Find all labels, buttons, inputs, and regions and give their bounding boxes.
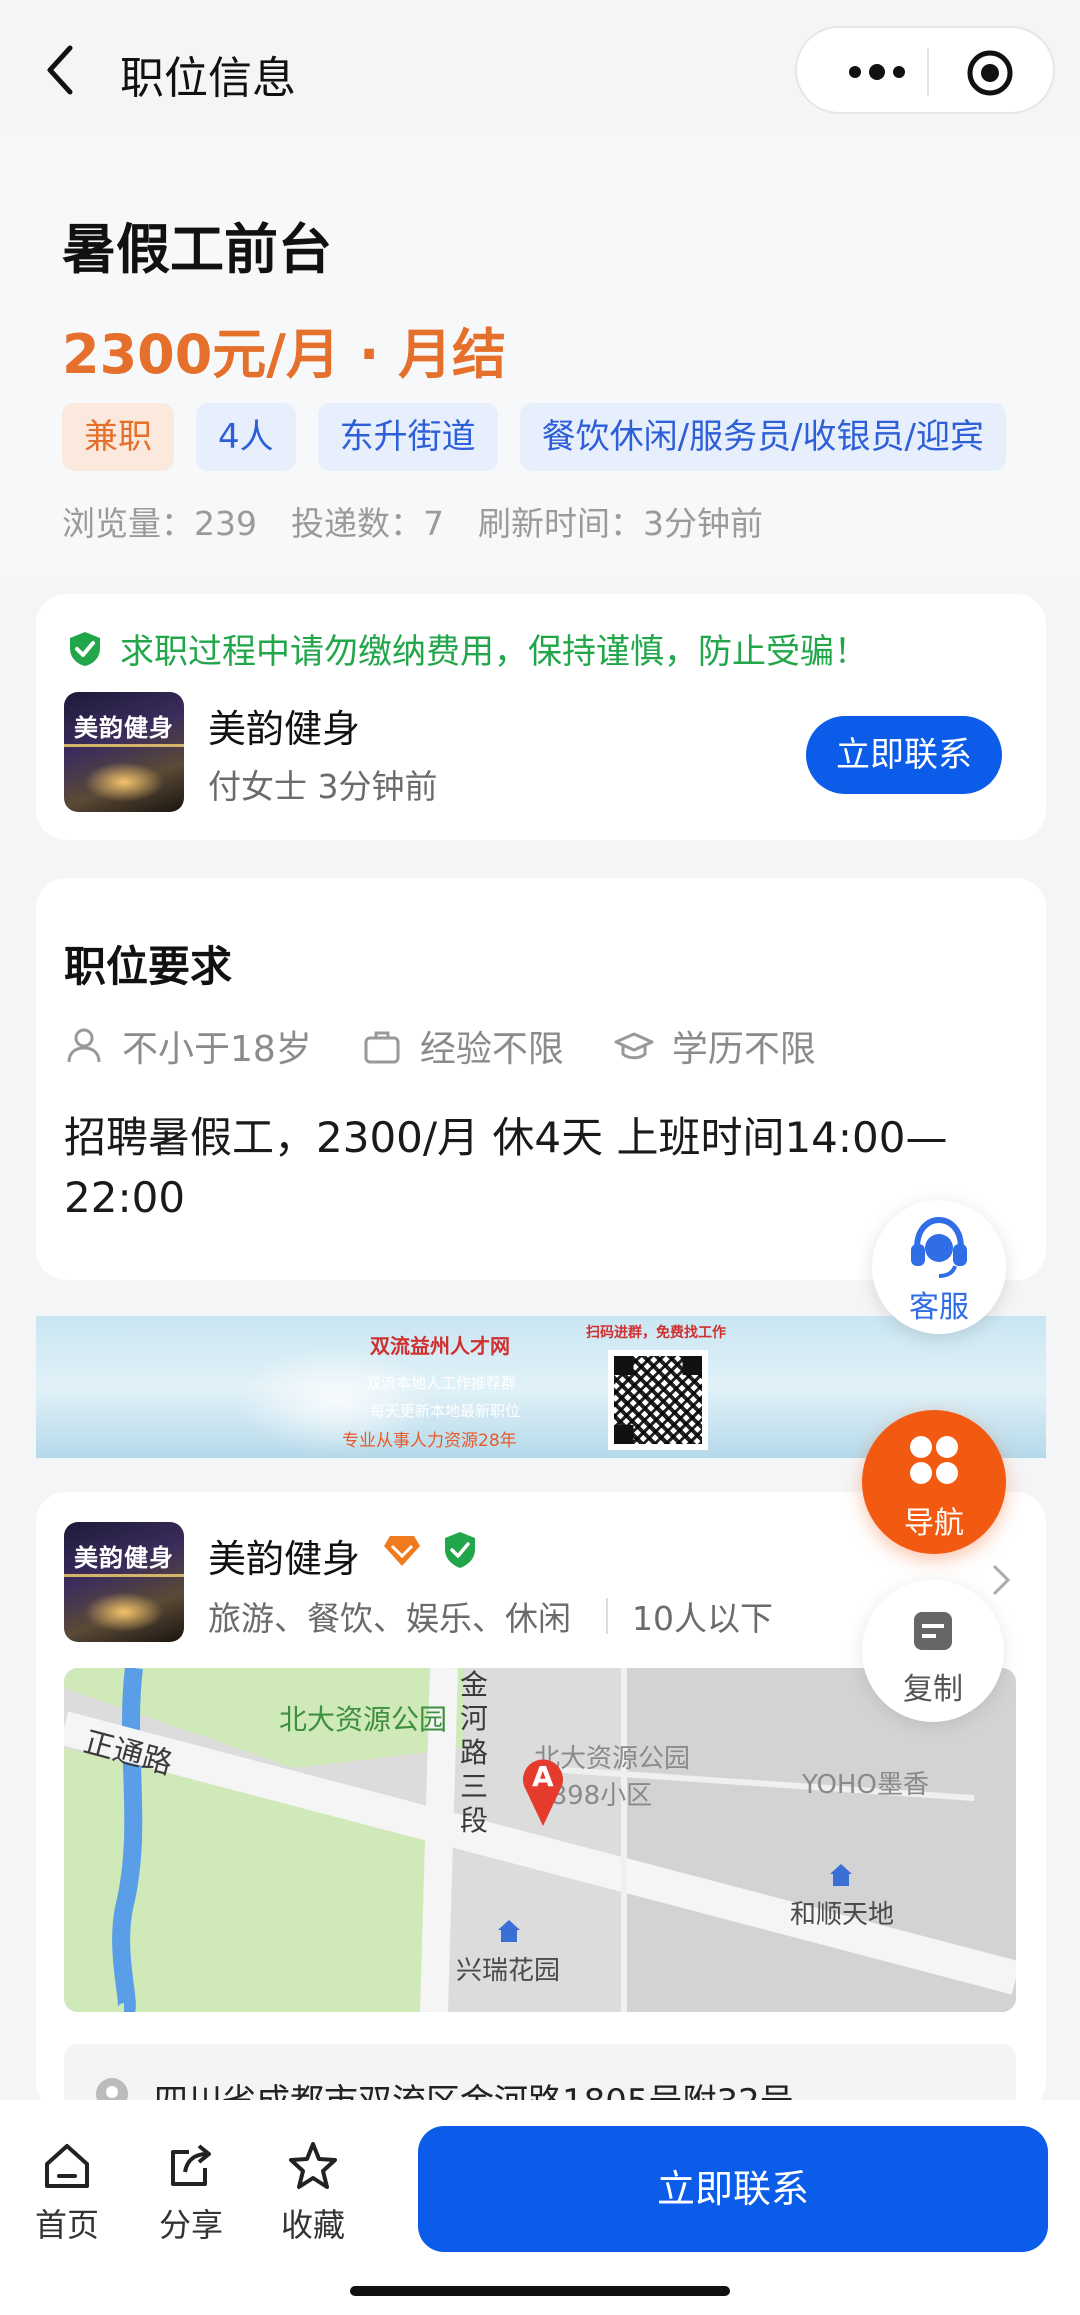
requirements-title: 职位要求 (64, 942, 233, 991)
req-experience: 经验不限 (362, 1020, 564, 1072)
job-description: 招聘暑假工，2300/月 休4天 上班时间14:00—22:00 (64, 1113, 948, 1222)
location-map[interactable]: 正通路 北大资源公园 金河路三段 北大资源公园 1898小区 YOHO墨香 和顺… (64, 1668, 1016, 2012)
company-size: 10人以下 (632, 1599, 773, 1638)
logo-glow (84, 762, 164, 802)
share-label: 分享 (158, 2206, 223, 2244)
share-icon (171, 2144, 211, 2186)
customer-service-button[interactable]: 客服 (872, 1200, 1006, 1334)
warning-text: 求职过程中请勿缴纳费用，保持谨慎，防止受骗！ (120, 632, 868, 672)
diamond-badge-icon (384, 1536, 420, 1566)
req-experience-text: 经验不限 (419, 1029, 564, 1070)
copy-label: 复制 (903, 1672, 963, 1707)
poi-house-icon (498, 1920, 520, 1942)
tag-headcount: 4人 (196, 403, 296, 471)
req-age: 不小于18岁 (64, 1020, 312, 1072)
job-title: 暑假工前台 (62, 218, 332, 281)
info-divider (606, 1598, 608, 1634)
more-icon[interactable] (837, 50, 917, 94)
copy-button[interactable]: 复制 (862, 1580, 1004, 1722)
nav-label: 导航 (904, 1506, 964, 1541)
headset-icon (911, 1216, 967, 1278)
navigation-button[interactable]: 导航 (862, 1410, 1006, 1554)
company-name: 美韵健身 (208, 707, 361, 751)
verified-shield-icon (445, 1532, 475, 1568)
company-industry: 旅游、餐饮、娱乐、休闲 (208, 1599, 571, 1638)
logo-text: 美韵健身 (74, 714, 174, 742)
req-age-text: 不小于18岁 (122, 1029, 312, 1070)
logo-text-2: 美韵健身 (74, 1544, 174, 1572)
map-label-xingrui: 兴瑞花园 (456, 1956, 561, 1986)
nav-grid-icon (910, 1436, 958, 1484)
mini-program-capsule (795, 26, 1055, 114)
tag-location: 东升街道 (317, 403, 498, 471)
banner-line-3: 每天更新本地最新职位 (370, 1402, 521, 1420)
banner-line-4: 专业从事人力资源28年 (342, 1431, 517, 1451)
back-icon[interactable] (40, 40, 80, 100)
page-title: 职位信息 (120, 53, 296, 104)
contact-person: 付女士 3分钟前 (208, 767, 438, 806)
map-label-road2: 金河路三段 (460, 1668, 489, 1837)
job-summary: 暑假工前台 2300元/月 · 月结 兼职 4人 东升街道 餐饮休闲/服务员/收… (0, 135, 1080, 575)
job-tags: 兼职 4人 东升街道 餐饮休闲/服务员/收银员/迎宾 (62, 403, 1007, 471)
company-logo-2: 美韵健身 (64, 1522, 184, 1642)
home-icon (45, 2144, 89, 2188)
bottom-bar: 首页 分享 收藏 立即联系 (0, 2100, 1080, 2315)
company-name-2: 美韵健身 (208, 1537, 361, 1581)
briefcase-icon (364, 1031, 400, 1064)
apply-count: 投递数：7 (291, 504, 444, 543)
contact-now-primary-button[interactable]: 立即联系 (418, 2126, 1048, 2252)
contact-card: 求职过程中请勿缴纳费用，保持谨慎，防止受骗！ 美韵健身 美韵健身 付女士 3分钟… (36, 594, 1046, 840)
target-icon[interactable] (965, 48, 1015, 98)
favorite-tab[interactable]: 收藏 (268, 2140, 358, 2246)
safety-warning: 求职过程中请勿缴纳费用，保持谨慎，防止受骗！ (66, 624, 868, 673)
map-label-park: 北大资源公园 (279, 1703, 448, 1736)
share-tab[interactable]: 分享 (146, 2140, 236, 2246)
map-pin-label: A (532, 1760, 554, 1793)
tag-category: 餐饮休闲/服务员/收银员/迎宾 (519, 403, 1007, 471)
req-education: 学历不限 (614, 1020, 816, 1072)
home-indicator (350, 2286, 730, 2296)
capsule-divider (927, 48, 929, 96)
graduation-cap-icon (614, 1032, 654, 1060)
person-icon (67, 1028, 101, 1063)
favorite-label: 收藏 (280, 2206, 345, 2244)
tag-type: 兼职 (62, 403, 174, 471)
map-label-yoho: YOHO墨香 (802, 1770, 929, 1800)
qr-code (608, 1350, 708, 1450)
job-detail-page: 职位信息 暑假工前台 2300元/月 · 月结 兼职 4人 东升街道 餐饮休闲/… (0, 0, 1080, 2315)
poi-house-icon (830, 1864, 852, 1886)
home-label: 首页 (34, 2206, 99, 2244)
logo-stripe-2 (64, 1574, 184, 1577)
shield-check-icon (70, 631, 100, 666)
req-education-text: 学历不限 (671, 1029, 816, 1070)
top-bar: 职位信息 (0, 0, 1080, 135)
job-stats: 浏览量：239 投递数：7 刷新时间：3分钟前 (62, 497, 763, 545)
company-logo: 美韵健身 (64, 692, 184, 812)
logo-glow-2 (84, 1592, 164, 1632)
company-card[interactable]: 美韵健身 美韵健身 旅游、餐饮、娱乐、休闲 10人以下 正通路 北大资源公园 金… (36, 1492, 1046, 2144)
view-count: 浏览量：239 (62, 504, 257, 543)
home-tab[interactable]: 首页 (22, 2140, 112, 2246)
banner-line-2: 双流本地人工作推荐群 (366, 1374, 517, 1392)
logo-stripe (64, 744, 184, 747)
banner-title: 双流益州人才网 (370, 1334, 510, 1358)
contact-now-button[interactable]: 立即联系 (806, 716, 1002, 794)
banner-qr-caption: 扫码进群，免费找工作 (586, 1325, 726, 1341)
chevron-right-icon (992, 1564, 1011, 1596)
map-label-heshun: 和顺天地 (790, 1900, 895, 1930)
requirements-row: 不小于18岁 经验不限 学历不限 (64, 1020, 816, 1072)
salary: 2300元/月 · 月结 (62, 323, 507, 386)
copy-icon (914, 1612, 952, 1650)
refresh-time: 刷新时间：3分钟前 (478, 504, 763, 543)
service-label: 客服 (909, 1290, 969, 1325)
star-icon (289, 2142, 337, 2189)
